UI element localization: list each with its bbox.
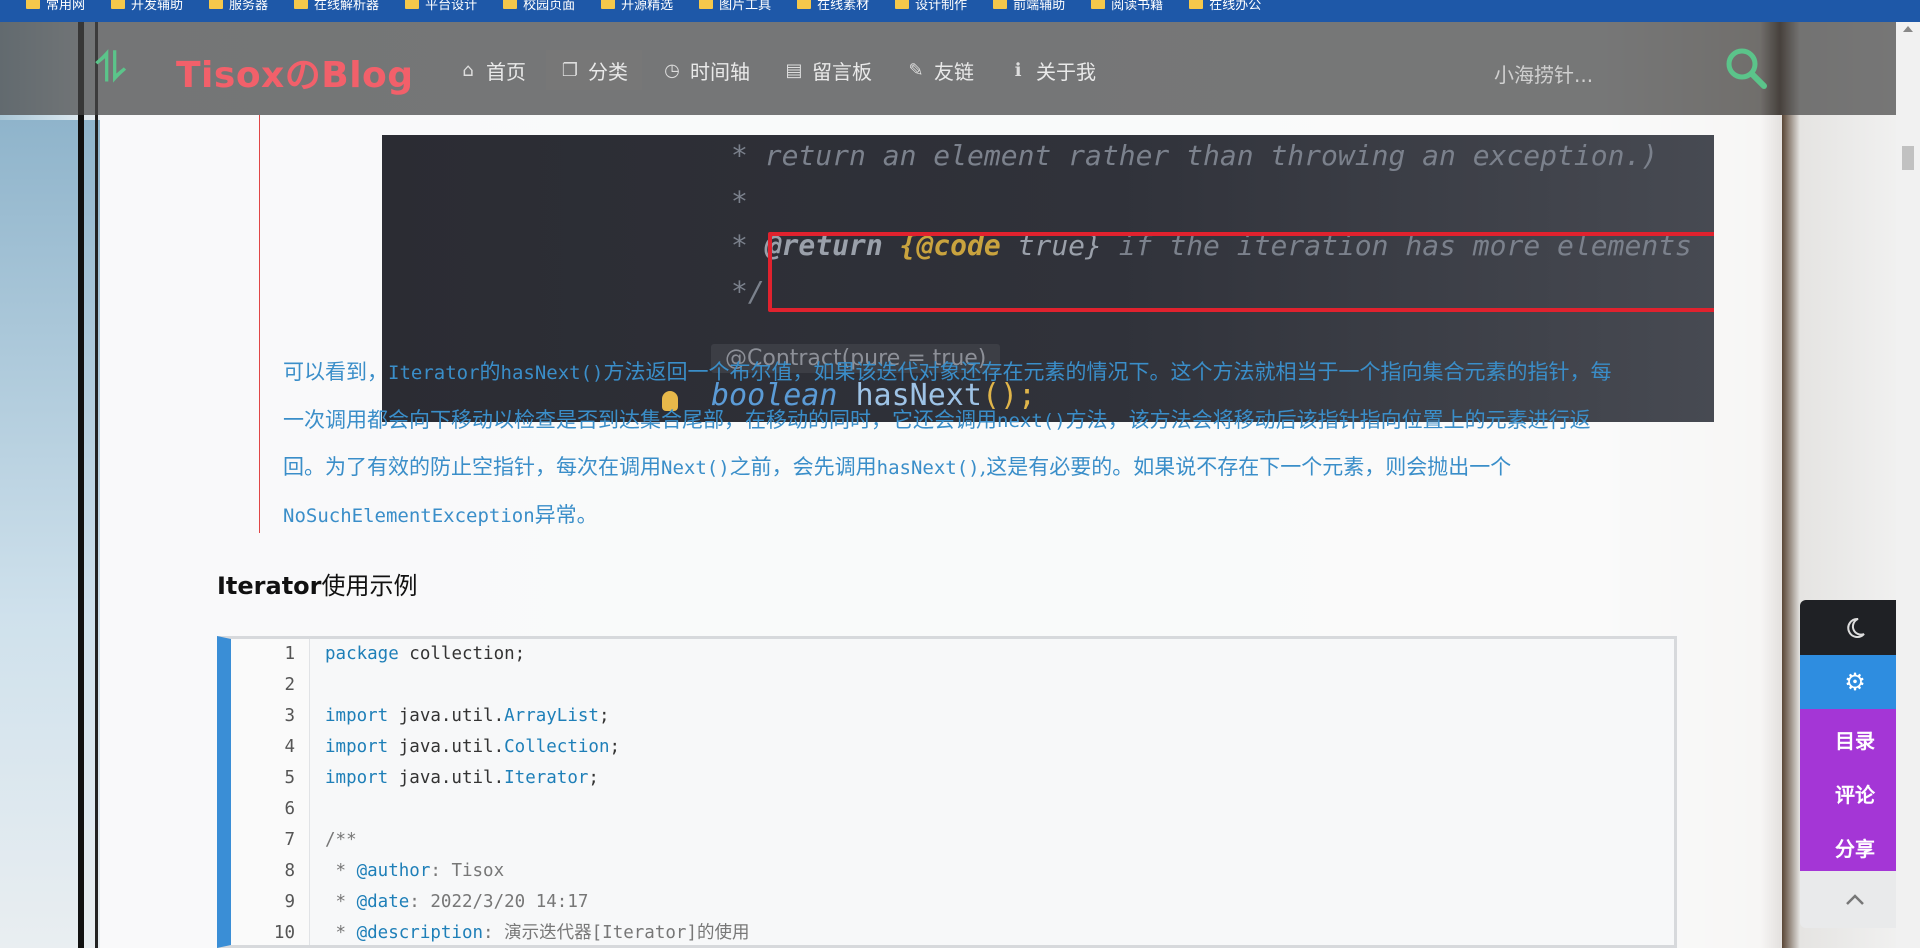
back-to-top-button[interactable] — [1800, 871, 1910, 928]
bookmark-folder[interactable]: 阅读书籍 — [1091, 0, 1163, 13]
nav-item-home[interactable]: ⌂ 首页 — [444, 50, 540, 90]
folder-icon — [1091, 0, 1106, 9]
folder-icon — [797, 0, 812, 9]
bookmark-folder[interactable]: 开发辅助 — [111, 0, 183, 13]
bookmark-folder[interactable]: 校园页面 — [503, 0, 575, 13]
code-line: 8 * @author: Tisox — [284, 861, 505, 881]
folder-icon — [26, 0, 40, 9]
nav-item-categories[interactable]: ❐ 分类 — [546, 50, 642, 90]
bookmark-folder[interactable]: 在线解析器 — [294, 0, 379, 13]
bookmark-folder[interactable]: 设计制作 — [895, 0, 967, 13]
folder-icon — [294, 0, 309, 9]
comments-button[interactable]: 评论 — [1800, 779, 1910, 808]
info-icon: ℹ — [1014, 59, 1022, 81]
logo-icon[interactable]: ⥮ — [96, 46, 132, 90]
copy-icon: ❐ — [561, 59, 579, 81]
site-logo[interactable]: TisoxのBlog — [176, 46, 414, 98]
nav-menu: ⌂ 首页 ❐ 分类 ◷ 时间轴 ▤ 留言板 ✎ 友链 ℹ 关于我 — [444, 50, 1116, 90]
share-button[interactable]: 分享 — [1800, 833, 1910, 862]
folder-icon — [601, 0, 616, 9]
folder-icon — [209, 0, 224, 9]
toc-button[interactable]: 目录 — [1800, 725, 1910, 754]
bookmark-folder[interactable]: 平台设计 — [405, 0, 477, 13]
page-scrollbar[interactable] — [1896, 22, 1920, 948]
top-navbar: ⥮ TisoxのBlog ⌂ 首页 ❐ 分类 ◷ 时间轴 ▤ 留言板 ✎ 友链 ℹ 关于我 … — [0, 22, 1920, 115]
code-screenshot-line: */ — [731, 275, 765, 308]
background-pole — [78, 20, 84, 948]
code-line: 5 import java.util.Iterator; — [284, 768, 599, 788]
folder-icon — [111, 0, 126, 9]
code-line: 4 import java.util.Collection; — [284, 737, 621, 757]
code-block: 1 package collection; 2 3 import java.util… — [217, 636, 1677, 948]
folder-icon — [503, 0, 518, 9]
home-icon: ⌂ — [462, 59, 474, 81]
bookmark-folder[interactable]: 服务器 — [209, 0, 268, 13]
bookmarks-bar: 常用网 开发辅助 服务器 在线解析器 平台设计 校园页面 开源精选 图片工具 在… — [0, 0, 1920, 22]
background-window — [0, 120, 100, 948]
bookmark-folder[interactable]: 图片工具 — [699, 0, 771, 13]
bookmark-folder[interactable]: 在线素材 — [797, 0, 869, 13]
side-tools: 目录 评论 分享 — [1800, 709, 1910, 871]
nav-item-friends[interactable]: ✎ 友链 — [892, 50, 988, 90]
code-screenshot-line: * — [731, 185, 748, 218]
red-highlight-box — [768, 232, 1714, 312]
bookmark-folder[interactable]: 前端辅助 — [993, 0, 1065, 13]
code-line: 7/** — [284, 830, 357, 850]
folder-icon — [1189, 0, 1204, 9]
code-line: 6 — [284, 799, 295, 819]
code-line: 1 package collection; — [284, 644, 526, 664]
blockquote-border — [259, 115, 260, 533]
gear-icon: ⚙ — [1844, 668, 1866, 696]
folder-icon — [993, 0, 1008, 9]
bookmark-folder[interactable]: 开源精选 — [601, 0, 673, 13]
code-line: 3 import java.util.ArrayList; — [284, 706, 610, 726]
scroll-up-arrow-icon[interactable] — [1903, 26, 1913, 32]
bookmark-folder[interactable]: 在线办公 — [1189, 0, 1261, 13]
search-placeholder[interactable]: 小海捞针... — [1494, 59, 1593, 88]
code-line: 10 * @description: 演示迭代器[Iterator]的使用 — [273, 923, 750, 943]
settings-button[interactable]: ⚙ — [1800, 655, 1910, 709]
folder-icon — [405, 0, 420, 9]
moon-icon — [1847, 617, 1865, 638]
bookmark-folder[interactable]: 常用网 — [26, 0, 85, 13]
folder-icon — [699, 0, 714, 9]
article-paragraph: 可以看到，Iterator的hasNext()方法返回一个布尔值，如果该迭代对象… — [283, 360, 1612, 527]
scrollbar-thumb[interactable] — [1902, 146, 1914, 170]
book-icon: ▤ — [785, 59, 803, 81]
background-pole-secondary — [95, 20, 98, 948]
folder-icon — [895, 0, 910, 9]
pencil-icon: ✎ — [908, 59, 924, 81]
code-screenshot-line: * return an element rather than throwing… — [731, 139, 1659, 172]
clock-icon: ◷ — [664, 59, 680, 81]
code-line: 2 — [284, 675, 295, 695]
dark-mode-toggle[interactable] — [1800, 600, 1910, 655]
chevron-up-icon — [1846, 893, 1864, 905]
section-heading: Iterator使用示例 — [217, 572, 418, 600]
code-line: 9 * @date: 2022/3/20 14:17 — [284, 892, 589, 912]
nav-item-guestbook[interactable]: ▤ 留言板 — [770, 50, 886, 90]
search-icon[interactable] — [1722, 44, 1770, 92]
nav-item-about[interactable]: ℹ 关于我 — [994, 50, 1110, 90]
nav-item-timeline[interactable]: ◷ 时间轴 — [648, 50, 764, 90]
